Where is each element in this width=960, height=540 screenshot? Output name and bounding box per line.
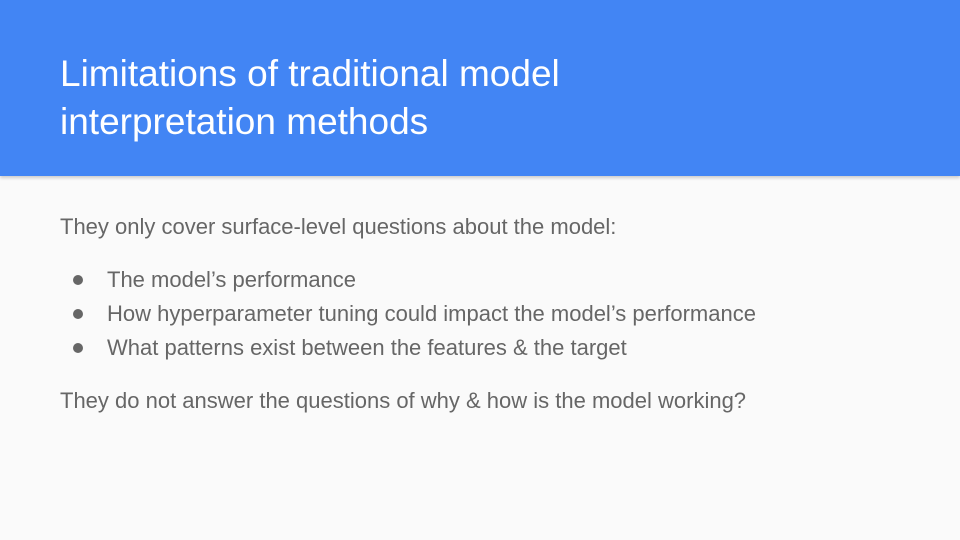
bullet-item-hyperparameter-tuning: How hyperparameter tuning could impact t… [60,297,920,331]
bullet-text: How hyperparameter tuning could impact t… [107,301,756,326]
bullet-icon [73,309,83,319]
bullet-text: The model’s performance [107,267,357,292]
bullet-item-feature-patterns: What patterns exist between the features… [60,331,920,365]
slide-title: Limitations of traditional model interpr… [60,50,900,146]
slide-title-line-1: Limitations of traditional model [60,53,560,94]
bullet-icon [73,343,83,353]
slide: Limitations of traditional model interpr… [0,0,960,540]
bullet-item-performance: The model’s performance [60,263,920,297]
intro-text: They only cover surface-level questions … [60,214,617,239]
bullet-text: What patterns exist between the features… [107,335,627,360]
bullet-icon [73,275,83,285]
conclusion-text: They do not answer the questions of why … [60,388,747,413]
title-band: Limitations of traditional model interpr… [0,0,960,176]
slide-body: They only cover surface-level questions … [60,209,920,419]
slide-title-line-2: interpretation methods [60,101,429,142]
bullet-list: The model’s performance How hyperparamet… [60,263,920,365]
